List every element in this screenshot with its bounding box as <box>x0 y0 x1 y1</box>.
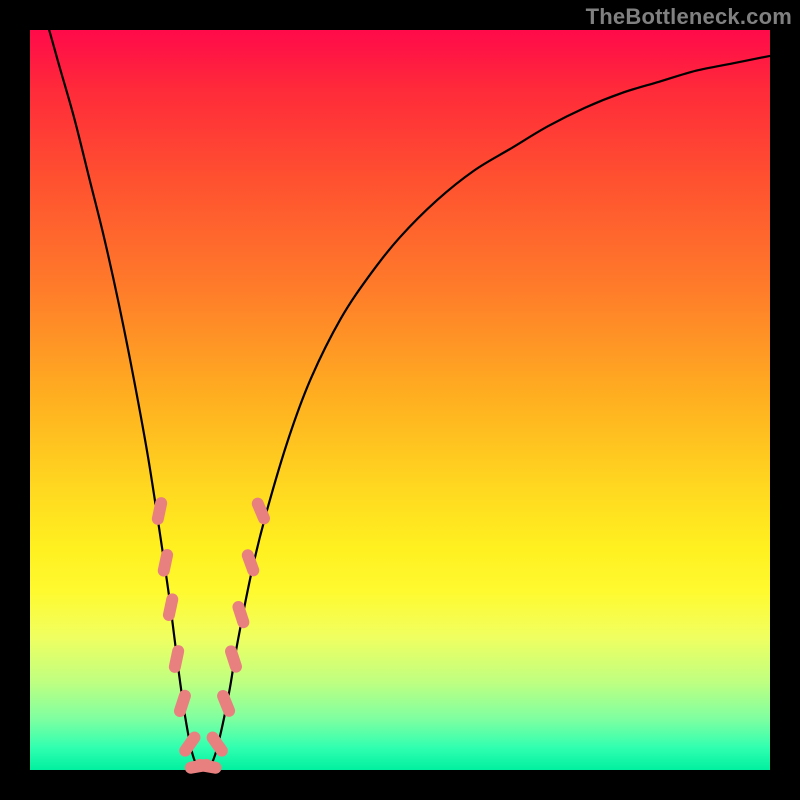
chart-container: TheBottleneck.com <box>0 0 800 800</box>
bottleneck-curve <box>30 0 770 772</box>
curve-svg <box>30 30 770 770</box>
curve-marker <box>231 599 251 629</box>
curve-marker <box>162 592 180 622</box>
watermark-text: TheBottleneck.com <box>586 4 792 30</box>
curve-marker <box>168 644 186 674</box>
curve-marker <box>151 496 169 526</box>
curve-marker <box>240 548 261 578</box>
curve-marker <box>204 729 230 759</box>
marker-group <box>151 496 272 775</box>
curve-marker <box>215 688 237 718</box>
curve-marker <box>177 729 203 759</box>
curve-marker <box>172 688 192 718</box>
curve-marker <box>223 644 243 674</box>
curve-marker <box>250 496 272 526</box>
curve-marker <box>157 548 175 578</box>
plot-area <box>30 30 770 770</box>
